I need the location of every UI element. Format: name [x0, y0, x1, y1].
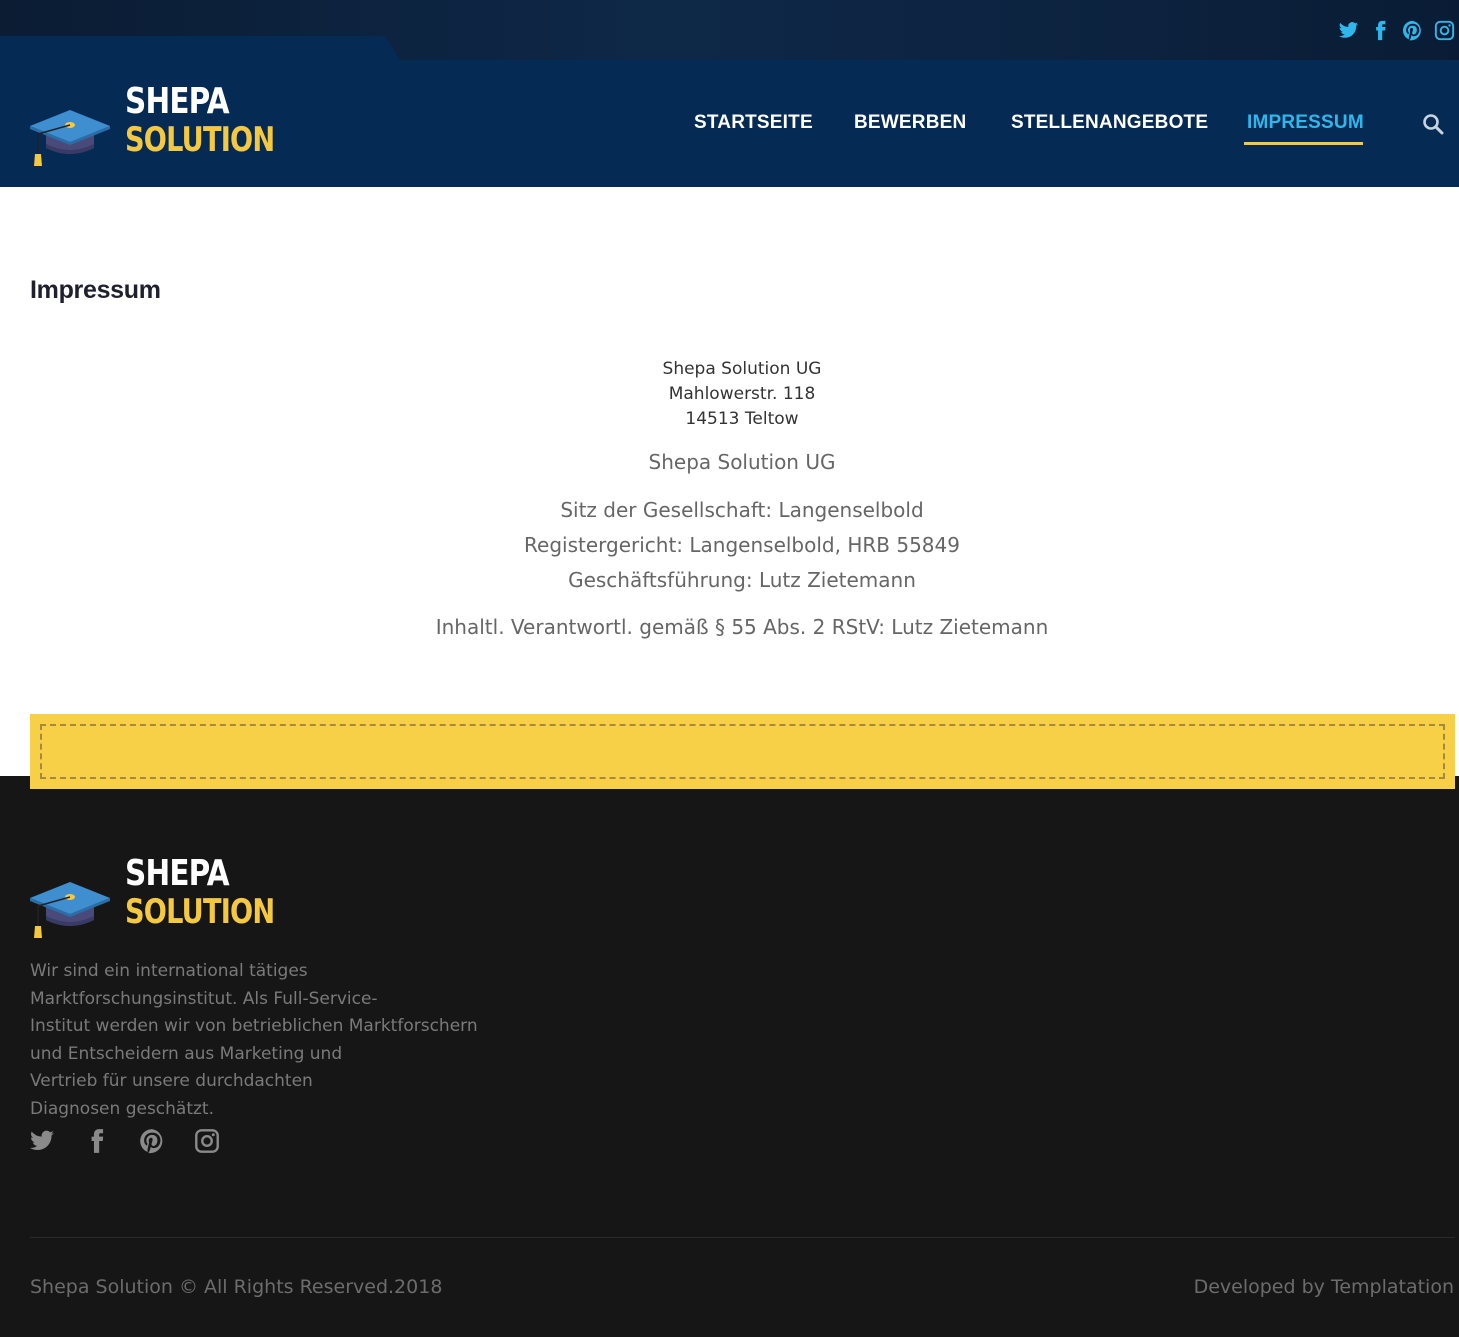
developed-by-link[interactable]: Developed by Templatation	[1194, 1276, 1454, 1298]
registry-line: Sitz der Gesellschaft: Langenselbold	[560, 498, 924, 522]
page-title: Impressum	[30, 276, 161, 304]
main-menu: STARTSEITE BEWERBEN STELLENANGEBOTE IMPR…	[0, 60, 1459, 187]
active-nav-underline	[1244, 142, 1363, 145]
instagram-icon[interactable]	[1433, 18, 1455, 42]
banner-dashed-frame	[40, 724, 1445, 779]
copyright-text: Shepa Solution © All Rights Reserved.201…	[30, 1276, 443, 1298]
twitter-icon[interactable]	[28, 1126, 56, 1156]
nav-item-stellenangebote[interactable]: STELLENANGEBOTE	[1011, 111, 1208, 135]
site-footer: SHEPA SOLUTION Wir sind ein internationa…	[0, 776, 1459, 1337]
company-name-block: Shepa Solution UG	[0, 445, 1459, 480]
footer-logo-text-line1: SHEPA	[125, 853, 230, 894]
top-bar-tab	[0, 36, 400, 60]
address-block: Shepa Solution UG Mahlowerstr. 118 14513…	[0, 357, 1459, 432]
footer-about-line: Institut werden wir von betrieblichen Ma…	[30, 1016, 478, 1036]
pinterest-icon[interactable]	[138, 1126, 166, 1156]
facebook-icon[interactable]	[83, 1126, 111, 1156]
footer-about-line: und Entscheidern aus Marketing und	[30, 1043, 343, 1064]
footer-about-line: Wir sind ein international tätiges	[30, 961, 308, 981]
top-bar	[0, 0, 1459, 60]
address-line: Shepa Solution UG	[662, 359, 822, 379]
registry-line: Geschäftsführung: Lutz Zietemann	[568, 568, 916, 592]
nav-item-bewerben[interactable]: BEWERBEN	[854, 111, 966, 135]
address-line: Mahlowerstr. 118	[668, 384, 816, 404]
main-navbar: SHEPA SOLUTION STARTSEITE BEWERBEN STELL…	[0, 60, 1459, 187]
graduation-cap-icon	[30, 882, 110, 938]
footer-divider	[30, 1237, 1455, 1238]
address-line: 14513 Teltow	[685, 409, 799, 429]
nav-item-startseite[interactable]: STARTSEITE	[694, 111, 813, 135]
nav-item-impressum[interactable]: IMPRESSUM	[1247, 111, 1364, 135]
footer-about-line: Diagnosen geschätzt.	[30, 1098, 214, 1119]
company-name: Shepa Solution UG	[648, 450, 836, 474]
twitter-icon[interactable]	[1337, 18, 1359, 42]
footer-logo[interactable]: SHEPA SOLUTION	[28, 853, 275, 938]
instagram-icon[interactable]	[193, 1126, 221, 1156]
pinterest-icon[interactable]	[1401, 18, 1423, 42]
newsletter-banner	[30, 714, 1455, 789]
responsible-block: Inhaltl. Verantwortl. gemäß § 55 Abs. 2 …	[0, 610, 1459, 645]
footer-about-line: Vertrieb für unsere durchdachten	[30, 1071, 313, 1091]
footer-social-links	[28, 1126, 221, 1156]
footer-logo-text-line2: SOLUTION	[125, 892, 275, 932]
footer-about-line: Marktforschungsinstitut. Als Full-Servic…	[30, 988, 378, 1009]
top-social-links	[1337, 18, 1455, 42]
search-icon[interactable]	[1422, 113, 1444, 135]
registry-line: Registergericht: Langenselbold, HRB 5584…	[524, 533, 960, 557]
registry-block: Sitz der Gesellschaft: Langenselbold Reg…	[0, 493, 1459, 598]
facebook-icon[interactable]	[1369, 18, 1391, 42]
footer-about-text: Wir sind ein international tätiges Markt…	[30, 958, 480, 1123]
responsible-line: Inhaltl. Verantwortl. gemäß § 55 Abs. 2 …	[435, 615, 1049, 639]
